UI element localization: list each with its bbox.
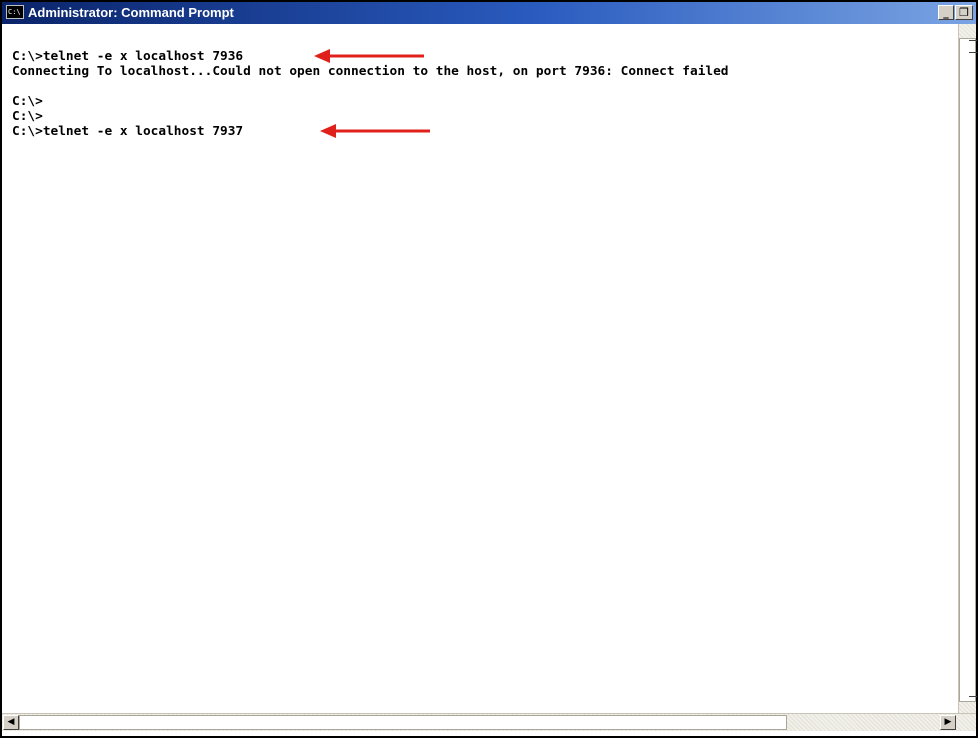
red-arrow-left-icon [314, 49, 424, 63]
vertical-scrollbar[interactable] [958, 24, 977, 713]
console-line: C:\>telnet -e x localhost 7936 [12, 49, 244, 64]
window-bottom-border [2, 731, 976, 736]
scroll-right-arrow-icon[interactable]: ▶ [940, 715, 956, 730]
console-line: Connecting To localhost...Could not open… [12, 64, 729, 79]
minimize-button[interactable]: _ [938, 5, 954, 20]
scroll-left-arrow-icon[interactable]: ◀ [3, 715, 19, 730]
scroll-tick-icon [969, 52, 977, 53]
horizontal-scrollbar[interactable]: ◀ ▶ [2, 713, 976, 731]
scroll-tick-icon [969, 696, 977, 697]
console-line: C:\> [12, 109, 43, 124]
title-bar[interactable]: C:\ Administrator: Command Prompt _ ❐ [2, 2, 976, 24]
vertical-scroll-thumb[interactable] [959, 38, 976, 702]
horizontal-scroll-thumb[interactable] [19, 715, 787, 730]
command-prompt-window: C:\ Administrator: Command Prompt _ ❐ C:… [0, 0, 978, 738]
console-output[interactable]: C:\>telnet -e x localhost 7936 Connectin… [2, 24, 958, 713]
window-title: Administrator: Command Prompt [28, 5, 234, 20]
scroll-tick-icon [969, 40, 977, 41]
console-line: C:\> [12, 94, 43, 109]
red-arrow-left-icon [320, 124, 430, 138]
console-line: C:\>telnet -e x localhost 7937 [12, 124, 244, 139]
cmd-app-icon[interactable]: C:\ [6, 5, 24, 19]
maximize-button[interactable]: ❐ [955, 5, 973, 20]
